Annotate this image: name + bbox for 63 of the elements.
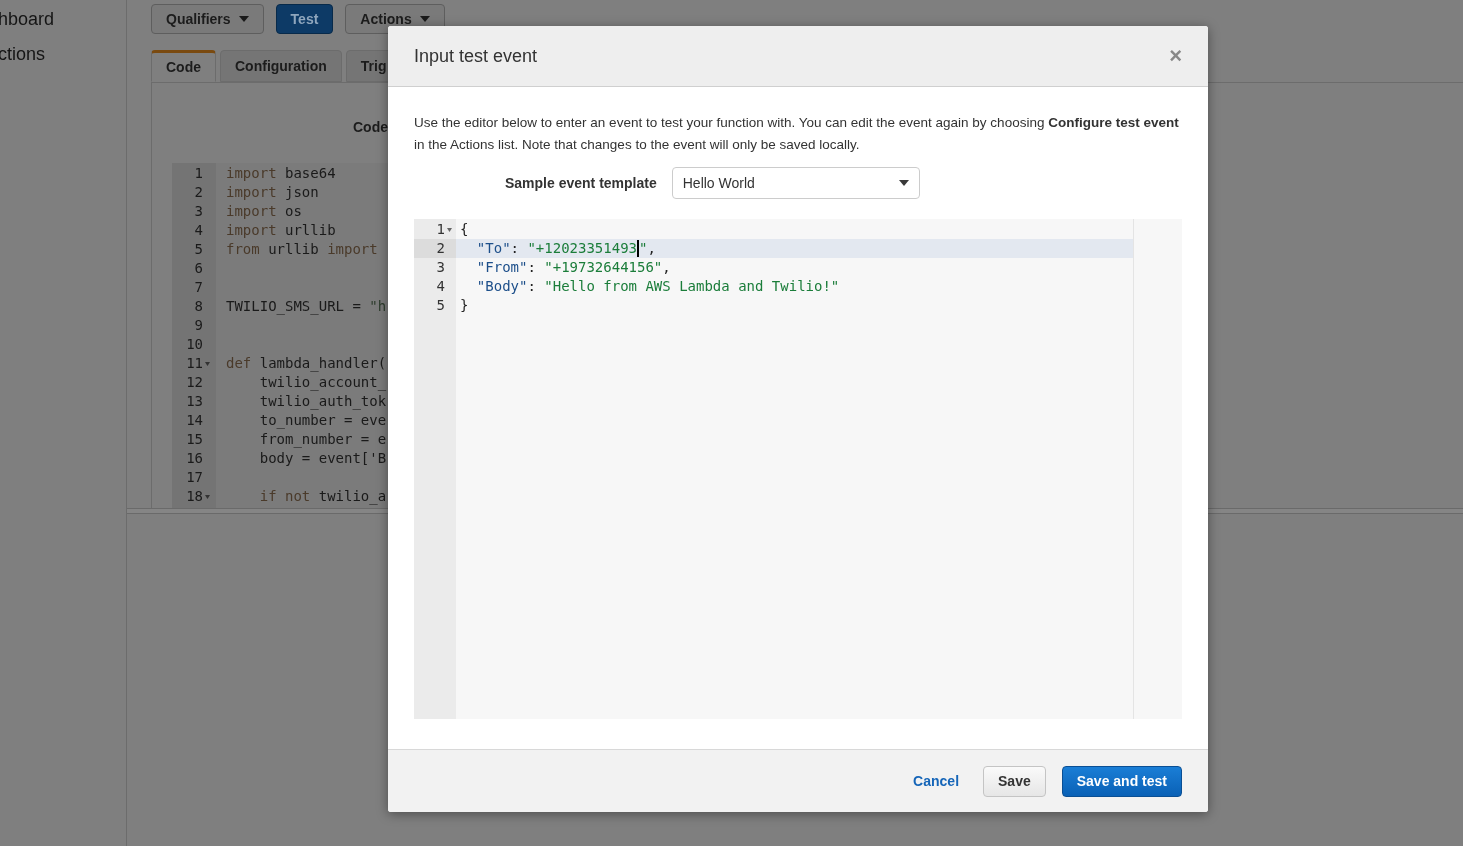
tab[interactable]: Configuration — [220, 50, 342, 82]
line-number: 14 — [186, 411, 203, 430]
line-number: 11 — [186, 354, 203, 373]
line-number: 1 — [194, 164, 203, 183]
line-number: 3 — [436, 258, 445, 277]
caret-icon — [898, 180, 909, 186]
code-line: if not twilio_a — [258, 487, 387, 507]
code-line: twilio_auth_tok — [258, 392, 387, 412]
code-line: } — [460, 296, 469, 315]
text-cursor — [637, 240, 639, 257]
tab[interactable]: Code — [151, 50, 216, 82]
dialog-title: Input test event — [414, 44, 538, 68]
fold-icon[interactable] — [205, 494, 210, 499]
line-number: 5 — [436, 296, 445, 315]
code-line: import os — [226, 202, 302, 221]
save-button[interactable]: Save — [983, 765, 1046, 797]
line-number: 15 — [186, 430, 203, 449]
code-line: import json — [226, 183, 319, 202]
line-number: 8 — [194, 297, 203, 316]
line-number: 6 — [194, 259, 203, 278]
code-line: TWILIO_SMS_URL = "h — [226, 297, 387, 317]
line-number: 10 — [186, 335, 203, 354]
code-line: from urllib import — [226, 240, 378, 259]
dialog-description: Use the editor below to enter an event to test your function with. You can edit the event again by choosing Configure test event in the Actions list. Note that changes to the event will only be saved locally. — [414, 114, 1180, 154]
template-label: Sample event template — [505, 173, 657, 193]
caret-icon — [419, 16, 430, 22]
dropdown-button[interactable]: Qualifiers — [151, 4, 264, 34]
code-line: import base64 — [226, 164, 336, 183]
line-number: 2 — [436, 239, 445, 258]
code-line: "Body": "Hello from AWS Lambda and Twilio!" — [475, 277, 840, 296]
caret-icon — [238, 16, 249, 22]
sidebar-item[interactable]: hboard — [0, 2, 126, 37]
code-line: { — [460, 220, 469, 239]
code-line: twilio_account_ — [258, 373, 387, 393]
line-number: 9 — [194, 316, 203, 335]
cancel-link[interactable]: Cancel — [905, 770, 968, 792]
code-line: "From": "+19732644156", — [475, 258, 671, 277]
line-number: 13 — [186, 392, 203, 411]
fold-icon[interactable] — [205, 361, 210, 366]
line-number: 12 — [186, 373, 203, 392]
code-line: def lambda_handler( — [226, 354, 387, 374]
line-number: 1 — [436, 220, 445, 239]
fold-icon[interactable] — [447, 227, 452, 232]
code-line: to_number = eve — [258, 411, 387, 431]
template-select[interactable]: Hello World — [671, 167, 920, 199]
close-button[interactable]: × — [1169, 45, 1182, 67]
code-line: body = event['B — [258, 449, 387, 468]
line-number: 18 — [186, 487, 203, 506]
line-number: 16 — [186, 449, 203, 468]
line-number: 17 — [186, 468, 203, 487]
save-and-test-button[interactable]: Save and test — [1061, 765, 1182, 797]
line-number: 3 — [194, 202, 203, 221]
test-button[interactable]: Test — [275, 4, 334, 34]
json-editor[interactable]: 1 2 3 4 5 { "To": "+12023351493", "From": "+19732644156", "Body": "Hello from AWS Lambda and Twilio!" } — [414, 219, 1182, 719]
line-number: 4 — [436, 277, 445, 296]
code-line: import urllib — [226, 221, 336, 240]
line-number: 2 — [194, 183, 203, 202]
code-line: "To": "+12023351493", — [475, 239, 656, 259]
line-number: 4 — [194, 221, 203, 240]
line-number: 7 — [194, 278, 203, 297]
panel-heading: Code — [353, 118, 388, 137]
line-number: 5 — [194, 240, 203, 259]
code-line: from_number = e — [258, 430, 387, 450]
